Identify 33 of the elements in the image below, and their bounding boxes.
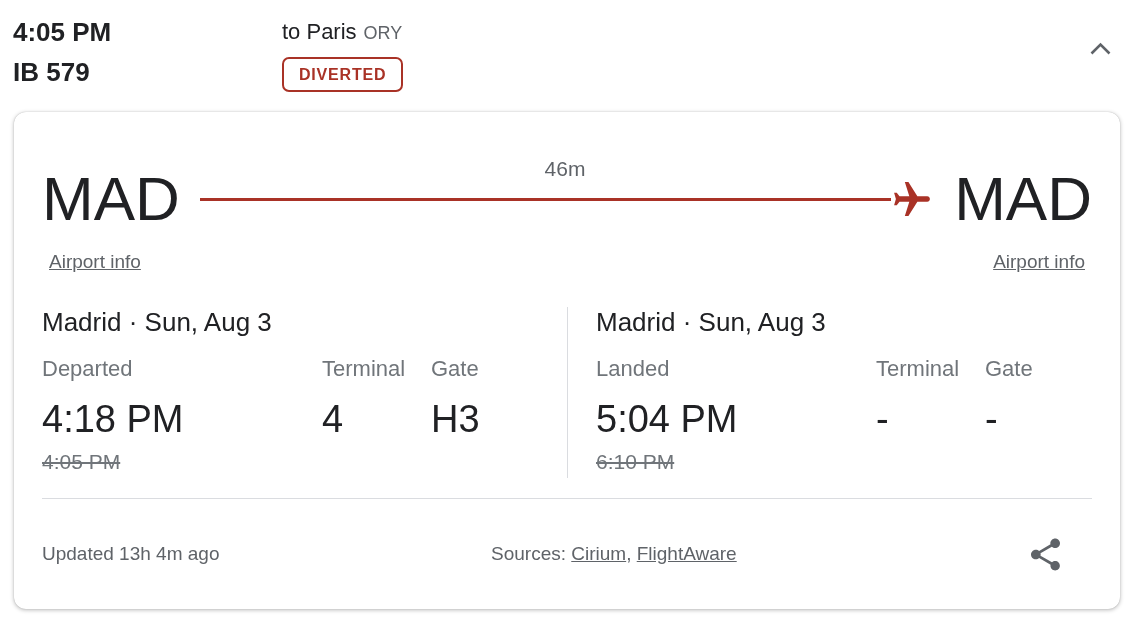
duration-text: 46m [544, 157, 586, 181]
place-date-text: Madrid · Sun, Aug 3 [596, 307, 826, 337]
source-link[interactable]: Cirium [571, 543, 627, 564]
gate-label: Gate [985, 355, 1033, 383]
status-label: Landed [596, 355, 670, 383]
terminal-value: - [876, 397, 889, 441]
plane-icon [894, 182, 931, 216]
sources-text: Sources: Cirium, FlightAware [491, 542, 737, 566]
gate-value: - [985, 397, 998, 441]
terminal-value: 4 [322, 397, 344, 441]
status-label: Departed [42, 355, 133, 383]
gate-value: H3 [431, 397, 480, 441]
source-link[interactable]: FlightAware [636, 543, 737, 564]
origin-code: MAD [42, 167, 180, 231]
share-icon [1030, 537, 1060, 571]
airport-info-link[interactable]: Airport info [49, 251, 141, 273]
actual-time: 5:04 PM [596, 397, 738, 441]
scheduled-time: 4:05 PM [42, 449, 121, 475]
updated-text: Updated 13h 4m ago [42, 542, 220, 566]
airport-info-link[interactable]: Airport info [993, 251, 1085, 273]
flight-number: IB 579 [13, 56, 90, 89]
gate-label: Gate [431, 355, 479, 383]
airport-code: ORY [363, 22, 403, 45]
destination-code: MAD [954, 167, 1092, 231]
terminal-label: Terminal [876, 355, 960, 383]
status-badge: DIVERTED [282, 57, 404, 92]
scheduled-time: 6:10 PM [596, 449, 675, 475]
terminal-label: Terminal [322, 355, 406, 383]
place-date-text: Madrid · Sun, Aug 3 [42, 307, 272, 337]
chevron-up-icon [1089, 41, 1111, 55]
destination-text: to Paris [282, 18, 357, 46]
actual-time: 4:18 PM [42, 397, 184, 441]
departure-time: 4:05 PM [13, 16, 112, 49]
